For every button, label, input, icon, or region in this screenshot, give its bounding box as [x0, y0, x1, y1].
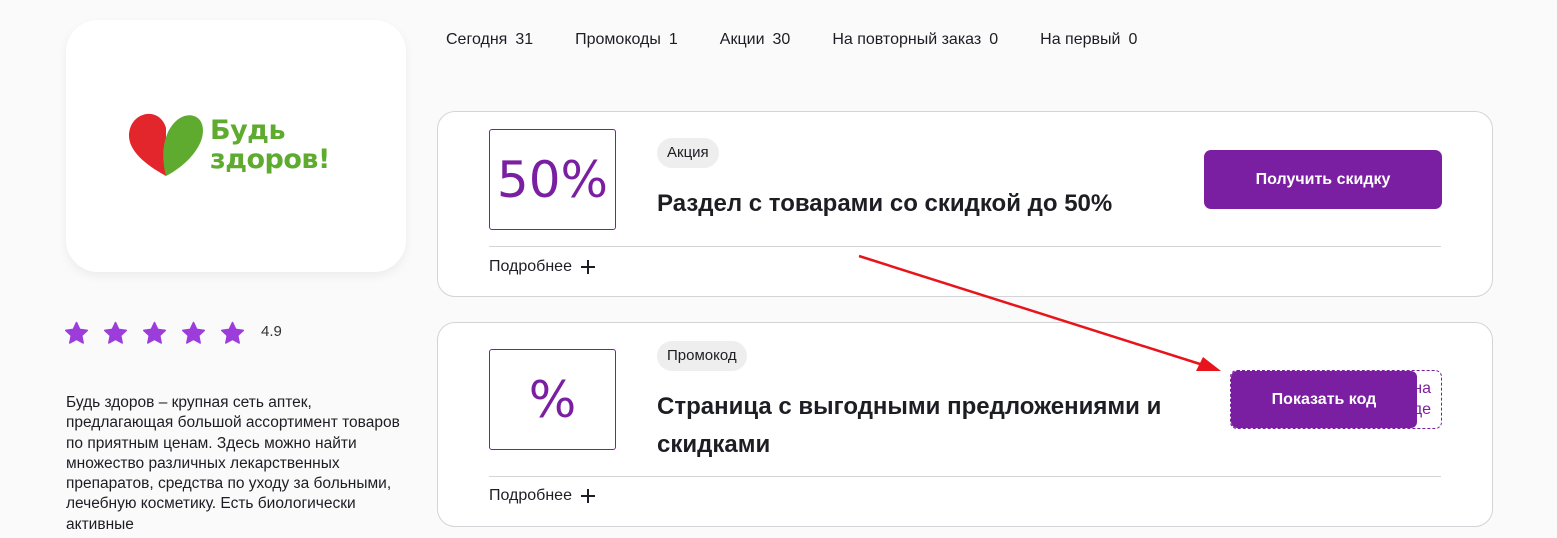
promo-code-reveal[interactable]: на де Показать код: [1230, 370, 1442, 429]
offer-title: Раздел с товарами со скидкой до 50%: [657, 190, 1113, 217]
discount-value-box: %: [489, 349, 616, 450]
tab-label: Акции: [719, 31, 765, 48]
rating-value: 4.9: [261, 323, 282, 340]
logo-line-1: Будь: [210, 115, 286, 146]
tab-label: На повторный заказ: [832, 31, 982, 48]
tab-count: 31: [515, 31, 534, 48]
offer-card: 50% Акция Раздел с товарами со скидкой д…: [437, 111, 1493, 297]
tab-today[interactable]: Сегодня 31: [446, 31, 533, 49]
heart-logo-icon: [128, 113, 203, 176]
offer-type-badge: Акция: [657, 138, 719, 168]
offer-title: Страница с выгодными предложениями и ски…: [657, 393, 1162, 458]
tab-count: 0: [1128, 31, 1138, 48]
star-icon: [142, 321, 167, 344]
more-details-toggle[interactable]: Подробнее: [489, 487, 596, 505]
more-details-toggle[interactable]: Подробнее: [489, 258, 596, 276]
store-rating: 4.9: [64, 321, 282, 346]
tab-count: 1: [668, 31, 678, 48]
tab-label: Промокоды: [575, 31, 661, 48]
star-icon: [103, 321, 128, 344]
tab-promotions[interactable]: Акции 30: [720, 31, 791, 49]
star-icon: [220, 321, 245, 344]
logo-line-2: здоров!: [210, 144, 330, 175]
tab-label: На первый: [1040, 31, 1121, 48]
offer-type-badge: Промокод: [657, 341, 747, 371]
star-icon: [64, 321, 89, 344]
tab-count: 0: [989, 31, 999, 48]
tab-repeat-order[interactable]: На повторный заказ 0: [832, 31, 998, 49]
tab-label: Сегодня: [446, 31, 508, 48]
store-logo-card: Будь здоров!: [66, 20, 406, 272]
offer-card: % Промокод Страница с выгодными предложе…: [437, 322, 1493, 527]
logo-wordmark: Будь здоров!: [210, 116, 330, 174]
get-discount-button[interactable]: Получить скидку: [1204, 150, 1442, 209]
offer-divider: [489, 246, 1441, 247]
plus-icon: [580, 260, 595, 274]
tab-promocodes[interactable]: Промокоды 1: [575, 31, 678, 49]
show-code-button[interactable]: Показать код: [1231, 371, 1417, 428]
tab-count: 30: [772, 31, 791, 48]
store-logo: Будь здоров!: [126, 110, 330, 180]
more-details-label: Подробнее: [489, 487, 572, 504]
more-details-label: Подробнее: [489, 258, 572, 275]
offer-divider: [489, 476, 1441, 477]
plus-icon: [580, 489, 595, 503]
discount-value-box: 50%: [489, 129, 616, 230]
offer-filter-tabs: Сегодня 31 Промокоды 1 Акции 30 На повторны…: [446, 31, 1179, 49]
star-icon: [181, 321, 206, 344]
store-description: Будь здоров – крупная сеть аптек, предла…: [66, 394, 400, 533]
tab-first-order[interactable]: На первый 0: [1040, 31, 1137, 49]
